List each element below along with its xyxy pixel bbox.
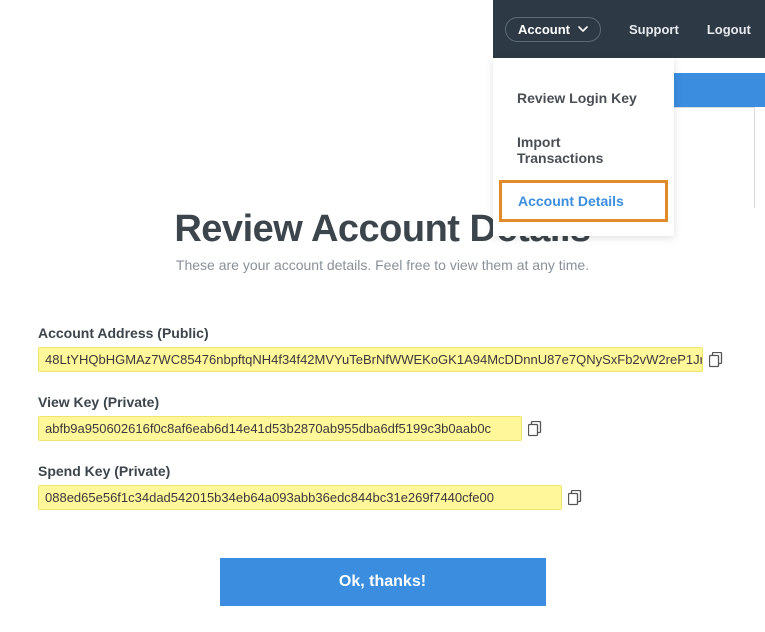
field-label: Account Address (Public) <box>38 325 727 341</box>
support-link[interactable]: Support <box>629 22 679 37</box>
field-label: Spend Key (Private) <box>38 463 727 479</box>
field-view-key: View Key (Private) abfb9a950602616f0c8af… <box>38 394 727 441</box>
account-dropdown: Review Login Key Import Transactions Acc… <box>493 58 674 236</box>
account-menu-label: Account <box>518 22 570 37</box>
field-label: View Key (Private) <box>38 394 727 410</box>
dropdown-item-account-details[interactable]: Account Details <box>499 180 668 222</box>
spend-key-value[interactable]: 088ed65e56f1c34dad542015b34eb64a093abb36… <box>38 485 562 510</box>
view-key-value[interactable]: abfb9a950602616f0c8af6eab6d14e41d53b2870… <box>38 416 522 441</box>
account-address-value[interactable]: 48LtYHQbHGMAz7WC85476nbpftqNH4f34f42MVYu… <box>38 347 703 372</box>
copy-icon[interactable] <box>707 347 725 372</box>
logout-link[interactable]: Logout <box>707 22 751 37</box>
ok-button-label: Ok, thanks! <box>339 573 426 591</box>
dropdown-item-import-transactions[interactable]: Import Transactions <box>493 120 674 180</box>
copy-icon[interactable] <box>526 416 544 441</box>
copy-icon[interactable] <box>566 485 584 510</box>
dropdown-item-label: Review Login Key <box>517 90 637 106</box>
ok-button[interactable]: Ok, thanks! <box>220 558 546 606</box>
dropdown-item-label: Account Details <box>518 193 624 209</box>
topbar: Account Support Logout <box>493 0 765 58</box>
header-accent-strip <box>674 73 765 107</box>
account-menu-button[interactable]: Account <box>505 17 601 42</box>
field-spend-key: Spend Key (Private) 088ed65e56f1c34dad54… <box>38 463 727 510</box>
main-content: Review Account Details These are your ac… <box>0 208 765 606</box>
page-subtitle: These are your account details. Feel fre… <box>38 257 727 273</box>
dropdown-item-review-login-key[interactable]: Review Login Key <box>493 76 674 120</box>
dropdown-item-label: Import Transactions <box>517 134 603 166</box>
chevron-down-icon <box>578 24 588 34</box>
panel-outline-fragment <box>674 107 755 208</box>
field-account-address: Account Address (Public) 48LtYHQbHGMAz7W… <box>38 325 727 372</box>
fields-section: Account Address (Public) 48LtYHQbHGMAz7W… <box>38 325 727 510</box>
